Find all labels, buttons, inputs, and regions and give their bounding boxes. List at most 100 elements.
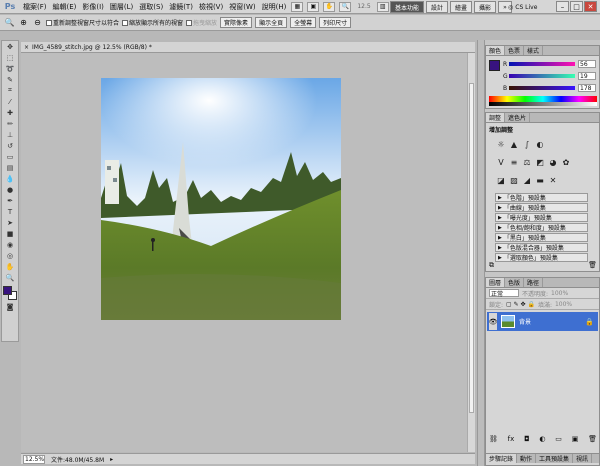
blue-channel-slider[interactable]: [509, 86, 575, 90]
color-panel-foreground-swatch[interactable]: [489, 60, 500, 71]
green-channel-value[interactable]: 19: [578, 72, 596, 80]
black-white-icon[interactable]: ◩: [535, 157, 545, 167]
zoom-field[interactable]: 12.5%: [23, 454, 45, 464]
photo-filter-icon[interactable]: ◕: [548, 157, 558, 167]
dodge-tool-icon[interactable]: ●: [2, 184, 18, 195]
new-layer-icon[interactable]: ▣: [572, 435, 579, 443]
preset-hue-saturation[interactable]: ▶ 「色相/飽和度」預設集: [495, 223, 588, 232]
posterize-icon[interactable]: ▨: [509, 175, 519, 185]
foreground-color-swatch[interactable]: [3, 286, 12, 295]
3d-rotate-tool-icon[interactable]: ◉: [2, 239, 18, 250]
minimize-icon[interactable]: –: [556, 1, 569, 12]
color-swatches[interactable]: [2, 285, 18, 301]
red-channel-slider[interactable]: [509, 62, 575, 66]
hue-saturation-icon[interactable]: ≡: [509, 157, 519, 167]
preset-channel-mixer[interactable]: ▶ 「色版混合器」預設集: [495, 243, 588, 252]
channel-mixer-icon[interactable]: ✿: [561, 157, 571, 167]
actual-pixels-button[interactable]: 實際像素: [220, 17, 253, 28]
workspace-painting[interactable]: 繪畫: [450, 1, 473, 13]
workspace-photography[interactable]: 攝影: [474, 1, 497, 13]
tab-tool-presets[interactable]: 工具預設集: [536, 454, 574, 463]
menu-view[interactable]: 檢視(V): [196, 2, 226, 12]
brightness-contrast-icon[interactable]: ☼: [496, 139, 506, 149]
zoom-out-icon[interactable]: ⊖: [32, 17, 43, 28]
zoom-all-checkbox[interactable]: 縮放顯示所有的視窗: [122, 18, 183, 27]
color-spectrum[interactable]: [489, 96, 597, 106]
brush-tool-icon[interactable]: ✏: [2, 118, 18, 129]
tab-channels[interactable]: 色版: [505, 278, 525, 287]
panorama-image[interactable]: [101, 78, 341, 320]
curves-icon[interactable]: ∫: [522, 139, 532, 149]
threshold-icon[interactable]: ◢: [522, 175, 532, 185]
preset-levels[interactable]: ▶ 「色階」預設集: [495, 193, 588, 202]
workspace-design[interactable]: 設計: [426, 1, 449, 13]
tab-styles[interactable]: 樣式: [524, 46, 544, 55]
zoom-tool-icon[interactable]: 🔍: [4, 17, 15, 28]
3d-orbit-tool-icon[interactable]: ◎: [2, 250, 18, 261]
eye-icon[interactable]: 👁: [489, 313, 497, 330]
menu-image[interactable]: 影像(I): [79, 2, 107, 12]
zoom-level-icon[interactable]: 🔍: [339, 1, 352, 12]
blue-channel-value[interactable]: 178: [578, 84, 596, 92]
delete-adjustment-icon[interactable]: 🗑: [588, 261, 597, 270]
cs-live[interactable]: ◎ CS Live: [508, 1, 537, 13]
menu-select[interactable]: 選取(S): [136, 2, 166, 12]
type-tool-icon[interactable]: T: [2, 206, 18, 217]
layer-mask-icon[interactable]: ◘: [524, 435, 530, 443]
tab-layers[interactable]: 圖層: [486, 278, 506, 287]
pen-tool-icon[interactable]: ✒: [2, 195, 18, 206]
tab-history[interactable]: 步驟記錄: [486, 454, 518, 463]
fit-screen-button[interactable]: 顯示全頁: [255, 17, 288, 28]
selective-color-icon[interactable]: ✕: [548, 175, 558, 185]
status-menu-icon[interactable]: ▸: [110, 456, 113, 463]
new-group-icon[interactable]: ▭: [555, 435, 562, 443]
scrollbar-thumb[interactable]: [469, 83, 474, 413]
menu-file[interactable]: 檔案(F): [20, 2, 50, 12]
clip-layers-icon[interactable]: ⧉: [489, 261, 494, 270]
tab-video[interactable]: 視訊: [573, 454, 593, 463]
minibridge-icon[interactable]: ▣: [307, 1, 320, 12]
healing-brush-tool-icon[interactable]: ✚: [2, 107, 18, 118]
opacity-value[interactable]: 100%: [551, 290, 568, 297]
resize-windows-checkbox[interactable]: 重新調整視窗尺寸以符合: [46, 18, 119, 27]
blur-tool-icon[interactable]: 💧: [2, 173, 18, 184]
preset-exposure[interactable]: ▶ 「曝光度」預設集: [495, 213, 588, 222]
shape-tool-icon[interactable]: ■: [2, 228, 18, 239]
clone-stamp-tool-icon[interactable]: ⊥: [2, 129, 18, 140]
history-brush-tool-icon[interactable]: ↺: [2, 140, 18, 151]
menu-help[interactable]: 說明(H): [259, 2, 290, 12]
zoom-level[interactable]: 12.5: [357, 3, 370, 10]
vertical-scrollbar[interactable]: [467, 53, 475, 452]
eraser-tool-icon[interactable]: ▭: [2, 151, 18, 162]
delete-layer-icon[interactable]: 🗑: [588, 435, 597, 443]
move-tool-icon[interactable]: ✥: [2, 41, 18, 52]
preset-black-white[interactable]: ▶ 「黑白」預設集: [495, 233, 588, 242]
close-document-icon[interactable]: ×: [24, 44, 29, 51]
quick-mask-icon[interactable]: ◙: [2, 301, 18, 312]
gradient-tool-icon[interactable]: ▤: [2, 162, 18, 173]
tab-actions[interactable]: 動作: [517, 454, 537, 463]
maximize-icon[interactable]: □: [570, 1, 583, 12]
tab-paths[interactable]: 路徑: [524, 278, 544, 287]
menu-filter[interactable]: 濾鏡(T): [166, 2, 196, 12]
menu-edit[interactable]: 編輯(E): [50, 2, 80, 12]
levels-icon[interactable]: ▲: [509, 139, 519, 149]
vibrance-icon[interactable]: V: [496, 157, 506, 167]
menu-layer[interactable]: 圖層(L): [107, 2, 136, 12]
tab-swatches[interactable]: 色票: [505, 46, 525, 55]
document-tab[interactable]: × IMG_4589_stitch.jpg @ 12.5% (RGB/8) *: [21, 42, 475, 53]
workspace-essentials[interactable]: 基本功能: [390, 1, 425, 13]
new-adjustment-icon[interactable]: ◐: [539, 435, 545, 443]
tab-color[interactable]: 顏色: [486, 46, 506, 55]
scrubby-zoom-checkbox[interactable]: 拖曳縮放: [186, 18, 217, 27]
invert-icon[interactable]: ◪: [496, 175, 506, 185]
fx-icon[interactable]: fx: [508, 435, 515, 443]
menu-window[interactable]: 視窗(W): [226, 2, 258, 12]
marquee-tool-icon[interactable]: ⬚: [2, 52, 18, 63]
arrange-docs-icon[interactable]: ▥: [376, 1, 389, 12]
fill-value[interactable]: 100%: [555, 301, 572, 308]
fill-screen-button[interactable]: 全螢幕: [290, 17, 317, 28]
link-layers-icon[interactable]: ⛓: [489, 435, 498, 443]
tab-masks[interactable]: 遮色片: [505, 113, 531, 122]
eyedropper-tool-icon[interactable]: ⁄: [2, 96, 18, 107]
